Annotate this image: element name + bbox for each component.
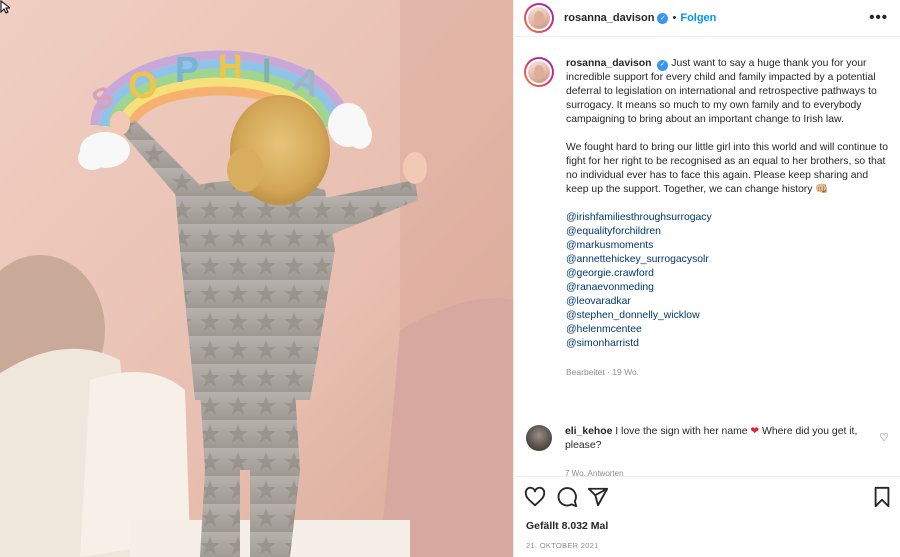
mention-link[interactable]: @leovaradkar [566, 295, 891, 309]
edited-timestamp: Bearbeitet · 19 Wo. [566, 367, 640, 377]
author-username[interactable]: rosanna_davison [564, 12, 654, 24]
sign-letter-4: H [218, 48, 243, 86]
mention-link[interactable]: @annettehickey_surrogacysolr [566, 253, 891, 267]
caption-paragraph-2: We fought hard to bring our little girl … [566, 142, 889, 195]
sign-letter-5: I [262, 52, 271, 90]
share-icon[interactable] [587, 486, 609, 508]
post-date: 21. OKTOBER 2021 [526, 541, 599, 550]
mention-link[interactable]: @markusmoments [566, 239, 891, 253]
post-photo[interactable]: S O P H I A [0, 0, 513, 557]
mention-link[interactable]: @irishfamiliesthroughsurrogacy [566, 211, 891, 225]
comment-like-heart-icon[interactable]: ♡ [879, 431, 889, 444]
comment-item: eli_kehoe I love the sign with her name … [526, 425, 891, 453]
header-separator: • [672, 12, 677, 24]
post-header: rosanna_davison ✓ • Folgen ••• [514, 0, 900, 37]
sign-letter-3: P [175, 49, 199, 90]
mouse-cursor-icon [0, 0, 10, 14]
avatar-image [528, 61, 550, 83]
post-actions-bar: Gefällt 8.032 Mal 21. OKTOBER 2021 [514, 476, 900, 557]
avatar-image [528, 7, 550, 29]
comments-scroll-area[interactable]: rosanna_davison ✓ Just want to say a hug… [514, 37, 900, 477]
follow-button[interactable]: Folgen [680, 12, 716, 24]
mention-link[interactable]: @helenmcentee [566, 323, 891, 337]
sign-letter-2: O [128, 65, 158, 107]
more-options-icon[interactable]: ••• [869, 10, 888, 25]
post-detail-panel: rosanna_davison ✓ • Folgen ••• rosanna_d… [513, 0, 900, 557]
verified-badge-icon: ✓ [657, 59, 669, 71]
comment-text: eli_kehoe I love the sign with her name … [565, 425, 865, 453]
mention-link[interactable]: @georgie.crawford [566, 267, 891, 281]
mention-link[interactable]: @ranaevonmeding [566, 281, 891, 295]
author-avatar[interactable] [524, 3, 554, 33]
comment-body-start: I love the sign with her name [615, 426, 748, 437]
commenter-avatar[interactable] [526, 425, 552, 451]
mention-link[interactable]: @equalityforchildren [566, 225, 891, 239]
red-heart-emoji-icon: ❤ [750, 426, 760, 437]
likes-count[interactable]: Gefällt 8.032 Mal [526, 520, 608, 532]
fist-emoji-icon: 👊🏼 [815, 184, 829, 195]
comment-icon[interactable] [556, 486, 578, 508]
caption-text: rosanna_davison ✓ Just want to say a hug… [566, 57, 891, 379]
bookmark-icon[interactable] [871, 486, 893, 508]
photo-illustration: S O P H I A [0, 0, 513, 557]
verified-badge-icon: ✓ [657, 12, 669, 24]
post-caption: rosanna_davison ✓ Just want to say a hug… [524, 57, 894, 379]
heart-icon[interactable] [524, 486, 546, 508]
mention-link[interactable]: @stephen_donnelly_wicklow [566, 309, 891, 323]
commenter-username[interactable]: eli_kehoe [565, 426, 612, 437]
caption-username[interactable]: rosanna_davison [566, 58, 651, 69]
mention-link[interactable]: @simonharristd [566, 337, 891, 351]
caption-author-avatar[interactable] [524, 57, 554, 87]
tagged-accounts: @irishfamiliesthroughsurrogacy @equality… [566, 211, 891, 351]
